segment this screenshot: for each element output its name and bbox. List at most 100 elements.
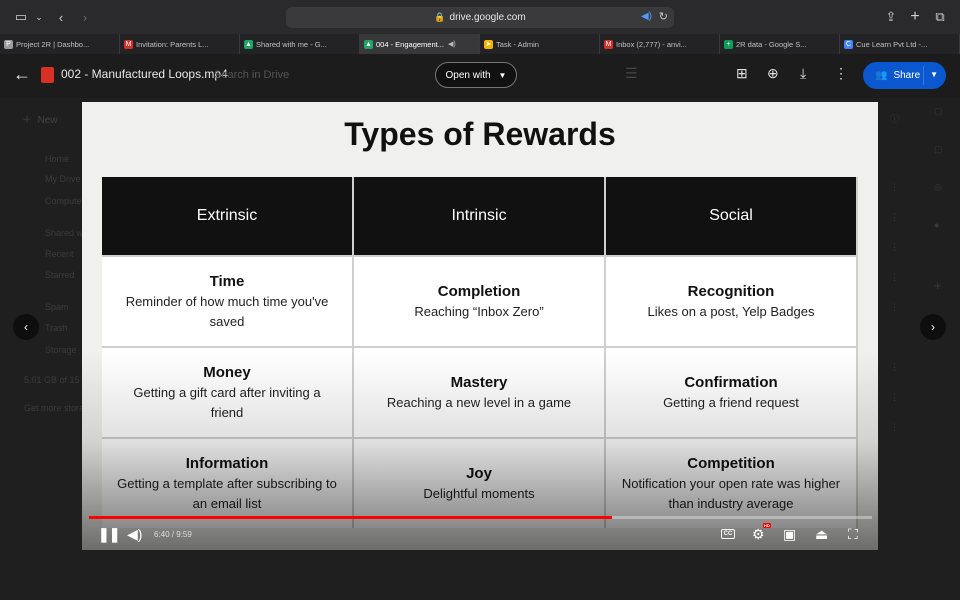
tab-overview-icon[interactable]: ⧉ [931, 8, 949, 26]
more-vert-icon[interactable]: ⋮ [834, 65, 848, 82]
share-label: Share [893, 70, 921, 81]
url-text: drive.google.com [449, 12, 526, 23]
audio-playing-icon[interactable]: ◀) [641, 11, 652, 22]
volume-icon[interactable]: ◀) [127, 526, 142, 543]
tab-favicon-icon: M [124, 40, 133, 49]
open-with-label: Open with [445, 69, 491, 81]
row-more-icon-ghost: ⋮ [890, 362, 899, 372]
next-file-button[interactable]: › [920, 314, 946, 340]
browser-tab[interactable]: ▲ 004 - Engagement... ◀) [360, 34, 480, 54]
caret-down-icon: ▼ [498, 70, 507, 80]
pause-icon[interactable]: ❚❚ [98, 526, 120, 543]
row-more-icon-ghost: ⋮ [890, 242, 899, 252]
keep-icon-ghost: ▢ [934, 144, 943, 154]
row-more-icon-ghost: ⋮ [890, 392, 899, 402]
reward-title: Recognition [687, 282, 775, 300]
sidebar-toggle-icon[interactable]: ▭ [12, 8, 30, 26]
browser-tab[interactable]: M Inbox (2,777) - anvi... [600, 34, 720, 54]
column-header: Social [606, 177, 856, 255]
reward-title: Time [209, 272, 245, 290]
row-more-icon-ghost: ⋮ [890, 182, 899, 192]
chevron-down-icon[interactable]: ⌄ [30, 8, 48, 26]
sidebar-ghost: Home My Drive Computers Shared with me Recen… [0, 98, 117, 600]
video-player[interactable]: Types of Rewards Extrinsic Intrinsic Socia… [82, 102, 878, 550]
tab-label: Cue Learn Pvt Ltd -... [856, 39, 928, 49]
tab-favicon-icon: M [604, 40, 613, 49]
info-icon-ghost: ⓘ [890, 114, 900, 124]
filter-icon: ☰ [625, 65, 638, 81]
share-divider [923, 66, 924, 85]
hd-badge: HD [763, 523, 771, 528]
chevron-right-icon: › [931, 320, 935, 334]
browser-tab[interactable]: +2R data - Google S... [720, 34, 840, 54]
search-placeholder-ghost: Search in Drive [214, 69, 290, 81]
tab-favicon-icon: ▲ [244, 40, 253, 49]
reward-description: Reaching “Inbox Zero” [414, 303, 544, 319]
open-with-button[interactable]: Open with ▼ [435, 62, 517, 88]
video-file-icon [41, 67, 54, 83]
table-cell: Recognition Likes on a post, Yelp Badges [606, 257, 856, 346]
time-display: 6:40 / 9:59 [154, 530, 192, 539]
slide-title: Types of Rewards [344, 116, 616, 152]
browser-tab[interactable]: C Cue Learn Pvt Ltd -... [840, 34, 960, 54]
sidebar-item-ghost: Recent [45, 249, 74, 259]
add-addon-icon-ghost: + [934, 278, 942, 293]
back-icon[interactable]: ‹ [52, 8, 70, 26]
browser-tab[interactable]: ➤ Task - Admin [480, 34, 600, 54]
row-more-icon-ghost: ⋮ [890, 302, 899, 312]
reward-description: Reminder of how much time you've saved [125, 293, 329, 329]
tab-favicon-icon: + [724, 40, 733, 49]
tab-label: Shared with me - G... [256, 39, 327, 49]
lock-icon: 🔒 [434, 12, 446, 22]
new-tab-icon[interactable]: + [906, 8, 924, 26]
sidebar-item-ghost: My Drive [45, 174, 81, 184]
tab-label: Project 2R | Dashbo... [16, 39, 90, 49]
calendar-icon-ghost: ▢ [934, 106, 943, 116]
share-button[interactable]: 👥 Share ▼ [863, 62, 946, 89]
browser-toolbar: ▭ ⌄ ‹ › 🔒 drive.google.com ◀) ↻ ⇪ + ⧉ [0, 0, 960, 34]
settings-gear-icon[interactable]: ⚙ [752, 526, 765, 543]
tab-label: Inbox (2,777) - anvi... [616, 39, 687, 49]
controls-gradient [82, 352, 878, 550]
airplay-icon[interactable]: ⏏ [815, 526, 828, 543]
add-comment-icon[interactable]: ⊕ [767, 65, 779, 82]
row-more-icon-ghost: ⋮ [890, 272, 899, 282]
tab-audio-icon[interactable]: ◀) [448, 40, 456, 48]
browser-tab[interactable]: ▲ Shared with me - G... [240, 34, 360, 54]
progress-played [89, 516, 613, 519]
chevron-left-icon: ‹ [24, 320, 28, 334]
column-header: Extrinsic [102, 177, 352, 255]
forward-icon[interactable]: › [76, 8, 94, 26]
sidebar-item-ghost: Trash [45, 323, 68, 333]
reload-icon[interactable]: ↻ [659, 10, 668, 23]
previous-file-button[interactable]: ‹ [13, 314, 39, 340]
tab-favicon-icon: ➤ [484, 40, 493, 49]
tab-favicon-icon: C [844, 40, 853, 49]
share-caret-icon[interactable]: ▼ [930, 70, 938, 79]
sidebar-item-ghost: Starred [45, 270, 75, 280]
miniplayer-icon[interactable]: ▣ [783, 526, 796, 543]
download-icon[interactable]: ⤓ [800, 65, 806, 82]
captions-button[interactable]: CC [721, 529, 735, 539]
column-header: Intrinsic [354, 177, 604, 255]
sidebar-item-ghost: Home [45, 154, 70, 164]
add-to-folder-icon[interactable]: ⊞ [736, 65, 748, 82]
file-list-ghost: ⓘ ▢ ▢ ◎ ● + ⋮ ⋮ ⋮ ⋮ ⋮ ⋮ ⋮ ⋮ [878, 98, 960, 558]
drive-viewer-header: ← 002 - Manufactured Loops.mp4 Search in… [0, 54, 960, 98]
tab-strip: P Project 2R | Dashbo... M Invitation: Pare… [0, 34, 960, 54]
browser-tab[interactable]: P Project 2R | Dashbo... [0, 34, 120, 54]
browser-tab[interactable]: M Invitation: Parents L... [120, 34, 240, 54]
tasks-icon-ghost: ◎ [934, 182, 942, 192]
address-bar[interactable]: 🔒 drive.google.com ◀) ↻ [286, 7, 674, 28]
contacts-icon-ghost: ● [934, 220, 940, 230]
progress-bar[interactable] [89, 516, 872, 519]
back-arrow-icon[interactable]: ← [13, 64, 31, 85]
fullscreen-icon[interactable]: ⛶ [848, 526, 858, 543]
tab-label: 2R data - Google S... [736, 39, 807, 49]
row-more-icon-ghost: ⋮ [890, 212, 899, 222]
table-cell: Time Reminder of how much time you've sav… [102, 257, 352, 346]
sidebar-item-ghost: Spam [45, 302, 69, 312]
share-page-icon[interactable]: ⇪ [882, 8, 900, 26]
tab-label: 004 - Engagement... [376, 39, 444, 49]
reward-title: Completion [437, 282, 521, 300]
